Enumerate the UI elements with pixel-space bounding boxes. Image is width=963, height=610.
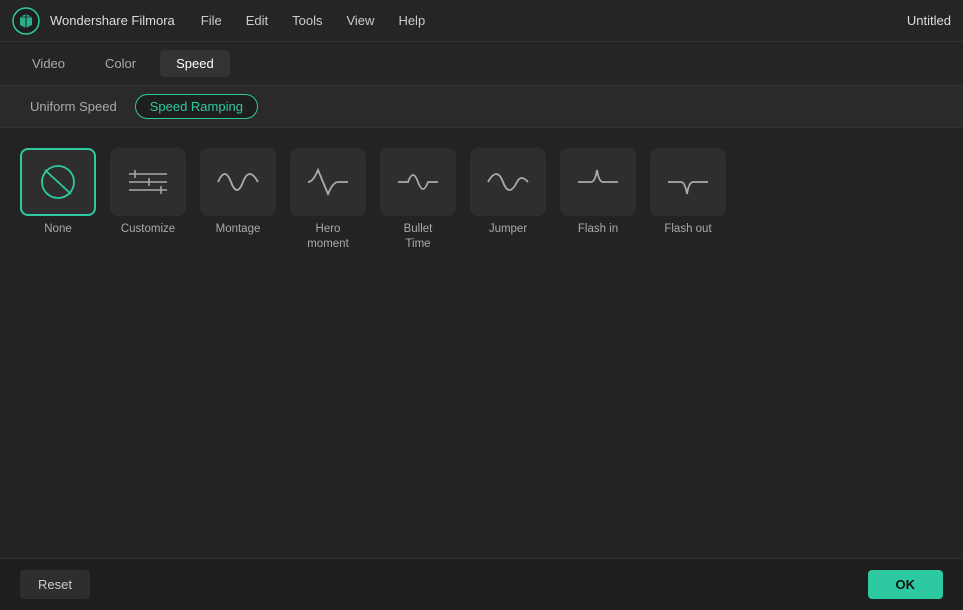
- tab-video[interactable]: Video: [16, 50, 81, 77]
- view-menu[interactable]: View: [344, 9, 376, 32]
- ok-button[interactable]: OK: [868, 570, 944, 599]
- edit-menu[interactable]: Edit: [244, 9, 270, 32]
- preset-flash-out[interactable]: Flash out: [650, 148, 726, 237]
- preset-flash-in-label: Flash in: [578, 222, 618, 237]
- menubar: Wondershare Filmora File Edit Tools View…: [0, 0, 963, 42]
- file-menu[interactable]: File: [199, 9, 224, 32]
- preset-hero-label: Heromoment: [307, 222, 349, 252]
- preset-montage[interactable]: Montage: [200, 148, 276, 237]
- preset-flash-in[interactable]: Flash in: [560, 148, 636, 237]
- bottom-bar: Reset OK: [0, 558, 963, 610]
- subtabs: Uniform Speed Speed Ramping: [0, 86, 963, 128]
- subtab-uniform[interactable]: Uniform Speed: [16, 94, 131, 119]
- presets-grid: None Customize: [20, 148, 943, 252]
- preset-bullet[interactable]: BulletTime: [380, 148, 456, 252]
- preset-bullet-label: BulletTime: [404, 222, 433, 252]
- help-menu[interactable]: Help: [396, 9, 427, 32]
- preset-none[interactable]: None: [20, 148, 96, 237]
- preset-hero[interactable]: Heromoment: [290, 148, 366, 252]
- preset-flash-out-label: Flash out: [664, 222, 711, 237]
- preset-customize-label: Customize: [121, 222, 175, 237]
- subtab-ramping[interactable]: Speed Ramping: [135, 94, 258, 119]
- preset-hero-thumb[interactable]: [290, 148, 366, 216]
- app-logo: [12, 7, 40, 35]
- tab-color[interactable]: Color: [89, 50, 152, 77]
- preset-montage-label: Montage: [216, 222, 261, 237]
- brand-name: Wondershare Filmora: [50, 13, 175, 28]
- preset-none-label: None: [44, 222, 72, 237]
- window-title: Untitled: [907, 13, 951, 28]
- preset-bullet-thumb[interactable]: [380, 148, 456, 216]
- preset-montage-thumb[interactable]: [200, 148, 276, 216]
- content-area: None Customize: [0, 128, 963, 558]
- preset-flash-out-thumb[interactable]: [650, 148, 726, 216]
- preset-none-thumb[interactable]: [20, 148, 96, 216]
- preset-jumper-label: Jumper: [489, 222, 527, 237]
- tab-speed[interactable]: Speed: [160, 50, 230, 77]
- main-tabs: Video Color Speed: [0, 42, 963, 86]
- preset-customize-thumb[interactable]: [110, 148, 186, 216]
- preset-jumper-thumb[interactable]: [470, 148, 546, 216]
- preset-customize[interactable]: Customize: [110, 148, 186, 237]
- preset-jumper[interactable]: Jumper: [470, 148, 546, 237]
- menu-items: File Edit Tools View Help: [199, 9, 907, 32]
- reset-button[interactable]: Reset: [20, 570, 90, 599]
- preset-flash-in-thumb[interactable]: [560, 148, 636, 216]
- tools-menu[interactable]: Tools: [290, 9, 324, 32]
